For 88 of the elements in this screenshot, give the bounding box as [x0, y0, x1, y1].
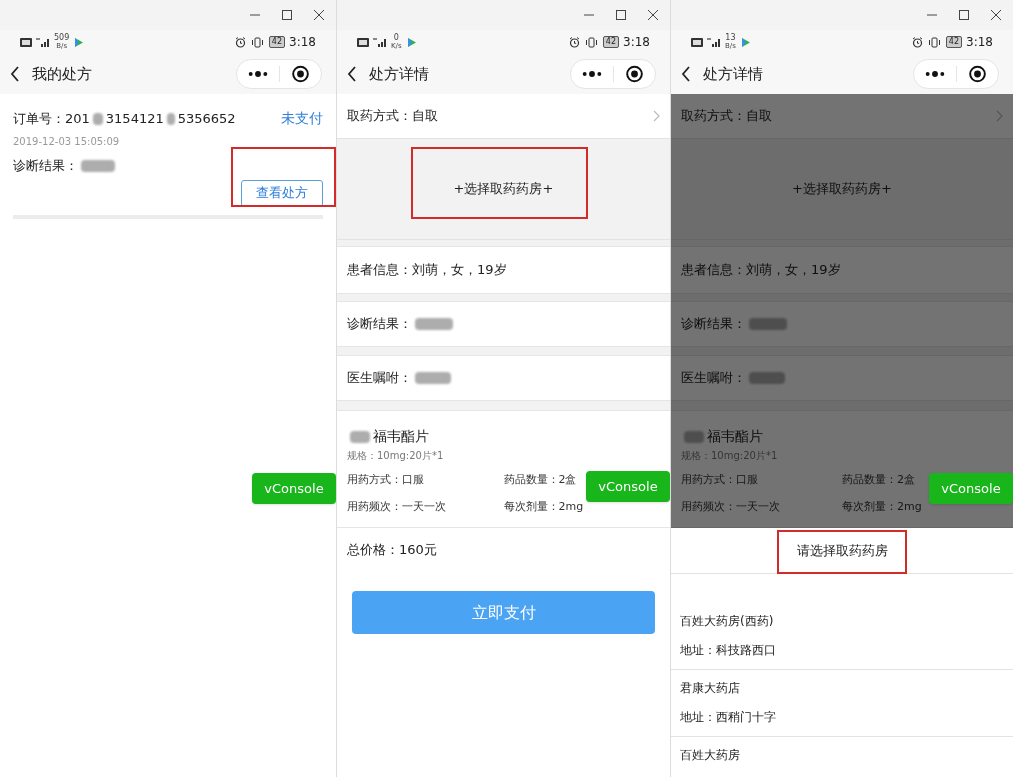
play-icon: [406, 37, 416, 47]
signal-icon: [373, 37, 387, 47]
redaction-mark: [166, 112, 175, 125]
alarm-icon: [911, 36, 923, 48]
page-title: 处方详情: [369, 63, 430, 85]
status-time: 3:18: [623, 34, 650, 51]
drug-detail: 用药方式：口服: [681, 472, 758, 488]
pickup-method: 取药方式：自取: [681, 107, 773, 126]
sheet-title: 请选择取药药房: [796, 541, 888, 560]
maximize-icon[interactable]: [616, 10, 626, 20]
diagnosis-label: 诊断结果：: [347, 315, 412, 334]
chevron-right-icon: [996, 110, 1003, 122]
hd-icon: [691, 37, 703, 47]
drug-detail: 药品数量：2盒: [503, 472, 577, 488]
pharmacy-address: 地址：科技路西口: [680, 642, 777, 659]
pickup-method-row[interactable]: 取药方式：自取: [337, 94, 670, 138]
pharmacy-name: 百姓大药房: [680, 747, 741, 764]
network-speed: 13: [725, 34, 736, 42]
drug-spec: 规格：10mg:20片*1: [347, 449, 445, 463]
back-icon[interactable]: [681, 66, 691, 82]
close-icon[interactable]: [314, 10, 324, 20]
drug-detail: 用药方式：口服: [347, 472, 424, 488]
signal-icon: [36, 37, 50, 47]
back-icon[interactable]: [347, 66, 357, 82]
hd-icon: [20, 37, 32, 47]
play-icon: [740, 37, 750, 47]
patient-info: 患者信息：刘萌，女，19岁: [347, 261, 507, 280]
select-pharmacy-button[interactable]: +选择取药药房+: [449, 179, 558, 199]
network-speed: 509: [54, 34, 70, 42]
vconsole-button[interactable]: vConsole: [252, 473, 336, 504]
chevron-right-icon: [653, 110, 660, 122]
drug-detail: 用药频次：一天一次: [681, 498, 780, 515]
drug-detail: 用药频次：一天一次: [347, 498, 446, 515]
pharmacy-item[interactable]: 君康大药店 地址：西稍门十字: [671, 670, 1013, 737]
pickup-method-row[interactable]: 取药方式：自取: [671, 94, 1013, 138]
battery-level: 42: [268, 36, 286, 48]
hd-icon: [357, 37, 369, 47]
network-speed: 0: [393, 34, 399, 42]
total-price: 总价格：160元: [347, 541, 437, 560]
redaction-mark: [415, 372, 451, 384]
patient-info: 患者信息：刘萌，女，19岁: [681, 261, 841, 280]
page-title: 我的处方: [32, 63, 93, 85]
pharmacy-address: 地址：西稍门十字: [680, 709, 777, 726]
battery-level: 42: [602, 36, 620, 48]
order-date: 2019-12-03 15:05:09: [13, 135, 121, 149]
pharmacy-name: 君康大药店: [680, 680, 741, 697]
order-number: 订单号：201: [13, 109, 90, 128]
vconsole-button[interactable]: vConsole: [929, 473, 1013, 504]
pharmacy-item[interactable]: 百姓大药房: [671, 737, 1013, 774]
alarm-icon: [568, 36, 580, 48]
back-icon[interactable]: [10, 66, 20, 82]
select-pharmacy-button[interactable]: +选择取药药房+: [788, 179, 896, 199]
drug-detail: 每次剂量：2mg: [842, 498, 922, 515]
vibrate-icon: [927, 36, 941, 48]
redaction-mark: [81, 159, 115, 172]
alarm-icon: [234, 36, 246, 48]
pharmacy-item[interactable]: 百姓大药房(西药) 地址：科技路西口: [671, 602, 1013, 670]
redaction-mark: [415, 318, 453, 330]
vibrate-icon: [250, 36, 264, 48]
close-icon[interactable]: [648, 10, 658, 20]
maximize-icon[interactable]: [959, 10, 969, 20]
order-number: 5356652: [177, 109, 236, 128]
vconsole-button[interactable]: vConsole: [586, 471, 670, 502]
status-time: 3:18: [966, 34, 993, 51]
signal-icon: [707, 37, 721, 47]
drug-detail: 药品数量：2盒: [842, 472, 915, 488]
payment-status: 未支付: [281, 109, 323, 128]
drug-detail: 每次剂量：2mg: [503, 498, 584, 515]
vibrate-icon: [584, 36, 598, 48]
battery-level: 42: [945, 36, 963, 48]
diagnosis-label: 诊断结果：: [13, 157, 78, 175]
status-time: 3:18: [289, 34, 316, 51]
redaction-mark: [350, 430, 370, 443]
pickup-method: 取药方式：自取: [347, 107, 439, 126]
play-icon: [74, 37, 84, 47]
drug-name: 福韦酯片: [707, 427, 763, 446]
view-prescription-button[interactable]: 查看处方: [241, 179, 323, 207]
order-number: 3154121: [105, 109, 164, 128]
pharmacy-name: 百姓大药房(西药): [680, 613, 775, 630]
drug-name: 福韦酯片: [373, 427, 429, 446]
pay-now-button[interactable]: 立即支付: [352, 591, 655, 634]
maximize-icon[interactable]: [282, 10, 292, 20]
page-title: 处方详情: [703, 63, 764, 85]
doctor-advice-label: 医生嘱咐：: [681, 369, 746, 388]
close-icon[interactable]: [991, 10, 1001, 20]
doctor-advice-label: 医生嘱咐：: [347, 369, 412, 388]
redaction-mark: [92, 112, 103, 125]
diagnosis-label: 诊断结果：: [681, 315, 746, 334]
